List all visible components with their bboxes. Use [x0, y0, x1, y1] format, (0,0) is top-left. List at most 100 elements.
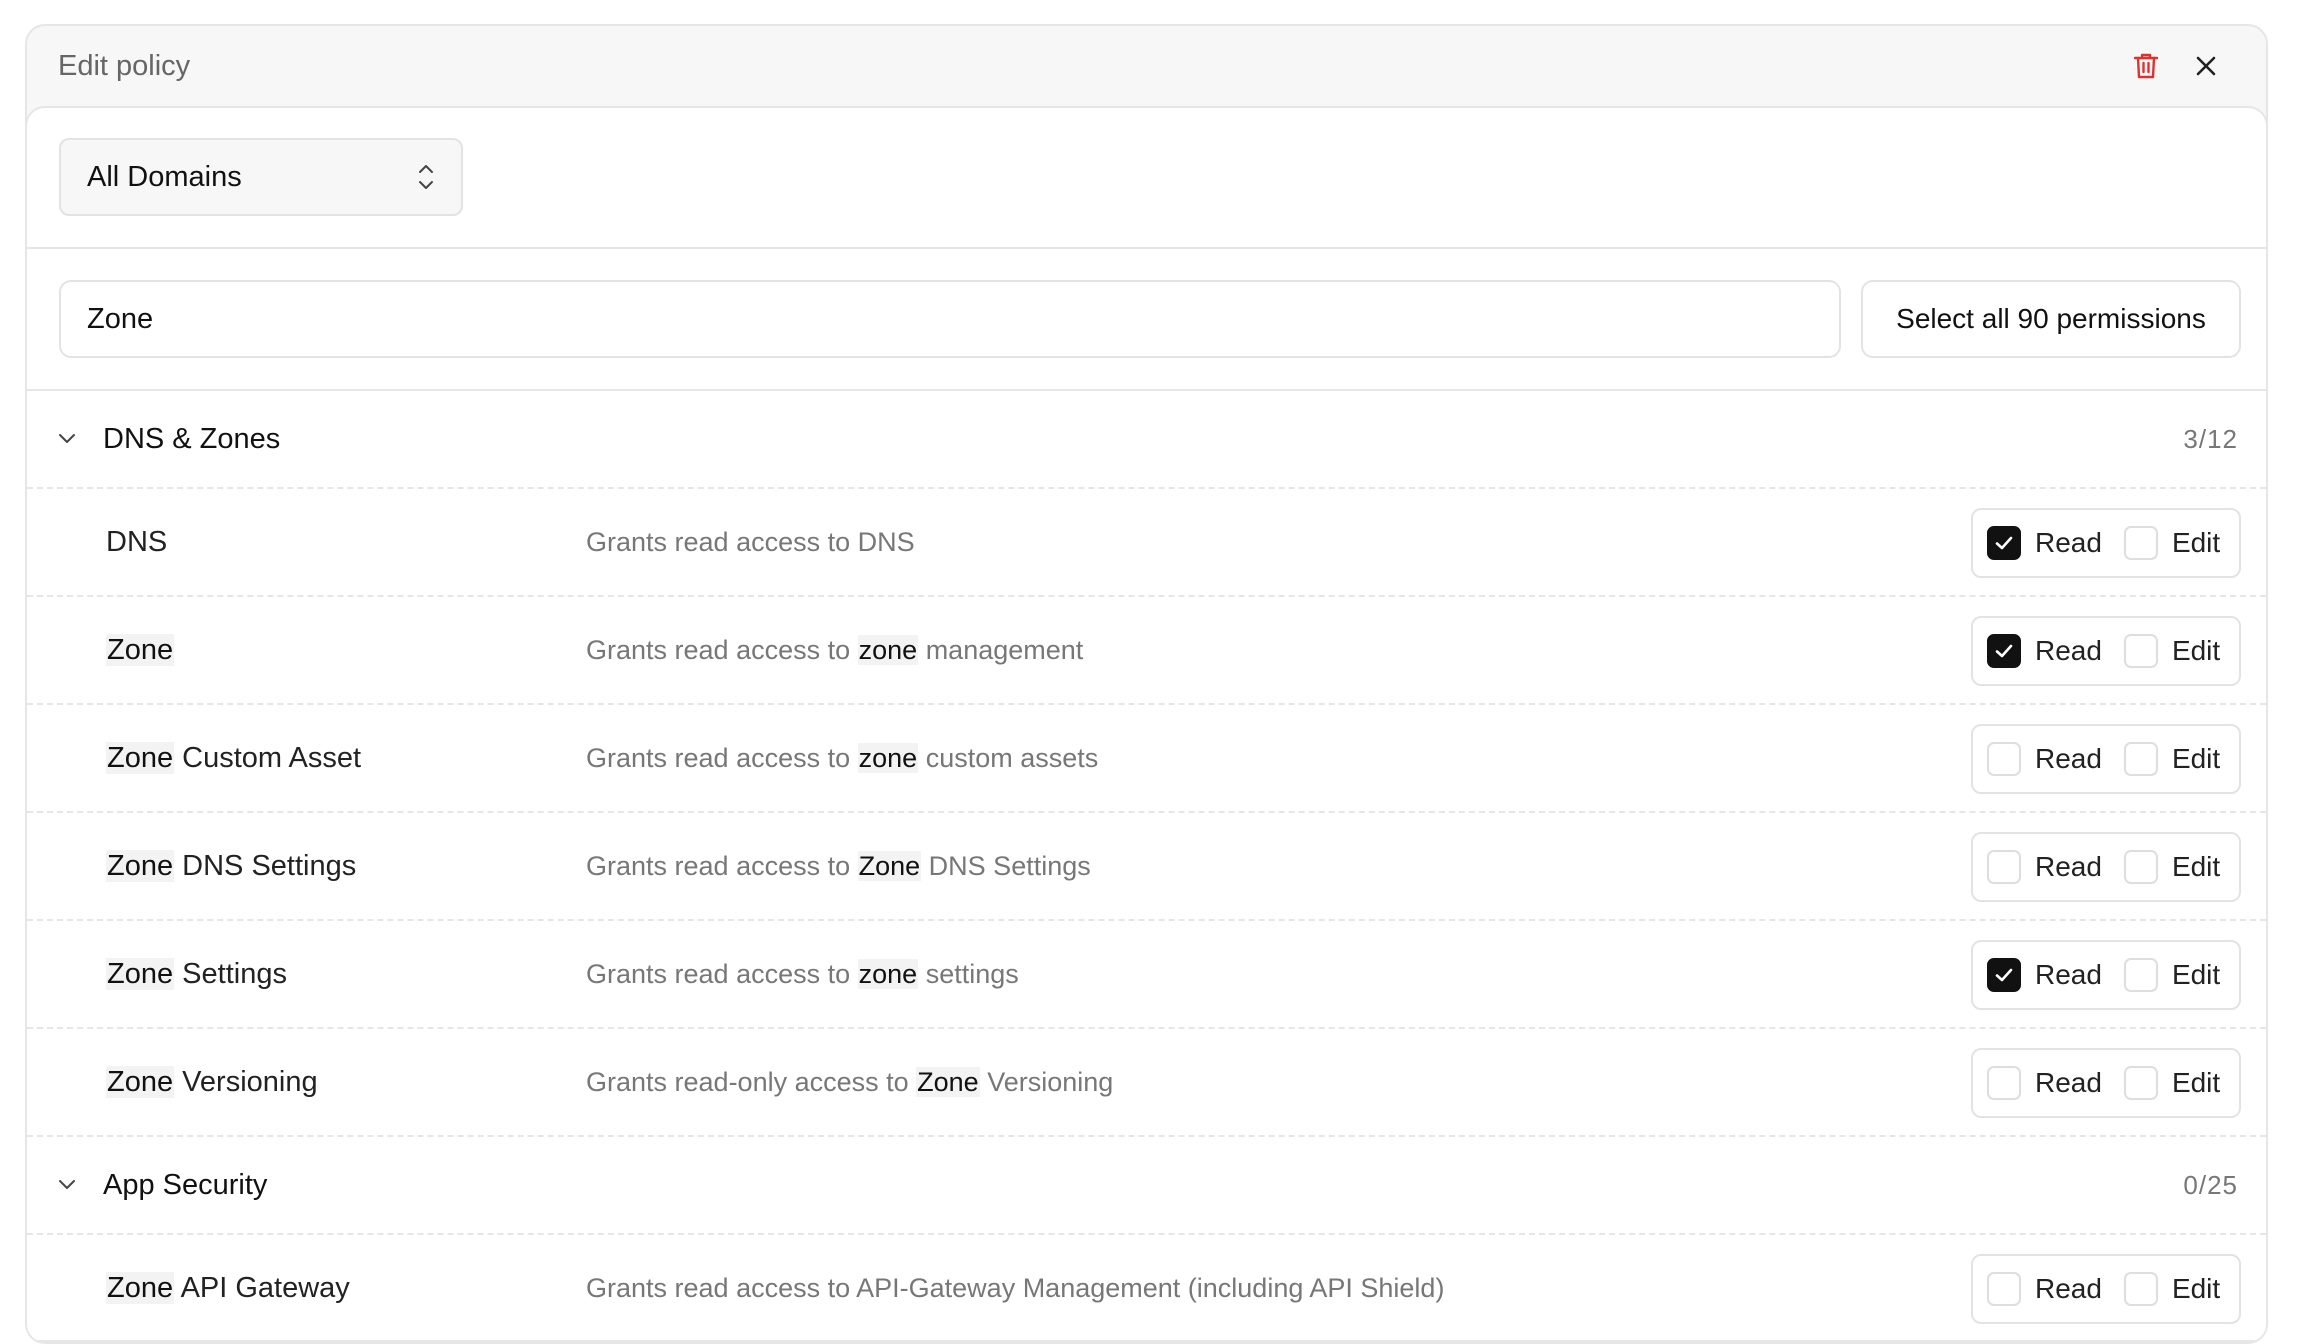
edit-checkbox[interactable] [2123, 850, 2158, 884]
group-count: 3/12 [2183, 423, 2238, 454]
read-label: Read [2035, 635, 2102, 666]
read-option[interactable]: Read [1987, 1272, 2102, 1306]
name-highlight: Zone [106, 741, 175, 774]
permission-name: Zone API Gateway [106, 1271, 586, 1305]
panel-title: Edit policy [58, 49, 191, 82]
domain-row: All Domains [27, 108, 2266, 249]
name-rest: DNS [106, 525, 168, 558]
name-rest: API Gateway [174, 1271, 350, 1304]
permission-row: Zone Custom Asset Grants read access to z… [27, 705, 2266, 813]
group-title: App Security [103, 1168, 268, 1201]
name-rest: Settings [174, 957, 287, 990]
chevron-down-icon [59, 1180, 75, 1189]
access-toggle-group: Read Edit [1971, 508, 2241, 578]
edit-policy-panel: Edit policy All Domains Select all 90 pe… [25, 24, 2268, 1344]
desc-highlight: zone [857, 634, 919, 665]
desc-post: Versioning [979, 1066, 1114, 1097]
domain-select[interactable]: All Domains [59, 138, 463, 216]
desc-post: custom assets [918, 742, 1099, 773]
edit-label: Edit [2171, 635, 2221, 666]
edit-option[interactable]: Edit [2123, 742, 2221, 776]
desc-pre: Grants read access to DNS [586, 526, 915, 557]
group-count: 0/25 [2183, 1169, 2238, 1200]
check-icon [1995, 644, 2013, 658]
close-icon [2196, 56, 2216, 76]
desc-pre: Grants read access to [586, 742, 858, 773]
desc-pre: Grants read access to [586, 850, 858, 881]
edit-label: Edit [2171, 1273, 2221, 1304]
desc-pre: Grants read-only access to [586, 1066, 917, 1097]
edit-checkbox[interactable] [2123, 526, 2158, 560]
access-toggle-group: Read Edit [1971, 616, 2241, 686]
edit-label: Edit [2171, 527, 2221, 558]
edit-option[interactable]: Edit [2123, 1272, 2221, 1306]
check-icon [1995, 536, 2013, 550]
permission-name: Zone [106, 633, 586, 667]
desc-post: settings [918, 958, 1019, 989]
check-icon [1995, 968, 2013, 982]
edit-option[interactable]: Edit [2123, 526, 2221, 560]
read-label: Read [2035, 959, 2102, 990]
read-label: Read [2035, 527, 2102, 558]
edit-label: Edit [2171, 959, 2221, 990]
edit-option[interactable]: Edit [2123, 1066, 2221, 1100]
read-option[interactable]: Read [1987, 526, 2102, 560]
permission-name: Zone DNS Settings [106, 849, 586, 883]
permission-row: Zone API Gateway Grants read access to AP… [27, 1235, 2266, 1342]
permission-name: DNS [106, 526, 586, 559]
edit-label: Edit [2171, 743, 2221, 774]
read-checkbox[interactable] [1987, 1066, 2021, 1100]
trash-icon [2133, 53, 2159, 79]
edit-option[interactable]: Edit [2123, 634, 2221, 668]
edit-option[interactable]: Edit [2123, 958, 2221, 992]
read-label: Read [2035, 1067, 2102, 1098]
edit-label: Edit [2171, 851, 2221, 882]
desc-highlight: Zone [916, 1066, 980, 1097]
permission-name: Zone Custom Asset [106, 741, 586, 775]
read-label: Read [2035, 851, 2102, 882]
desc-highlight: zone [857, 958, 919, 989]
chevron-up-down-icon [419, 165, 433, 189]
access-toggle-group: Read Edit [1971, 1048, 2241, 1118]
read-checkbox[interactable] [1987, 634, 2021, 668]
read-option[interactable]: Read [1987, 1066, 2102, 1100]
delete-button[interactable] [2116, 36, 2176, 96]
edit-checkbox[interactable] [2123, 1272, 2158, 1306]
read-checkbox[interactable] [1987, 1272, 2021, 1306]
permission-name: Zone Versioning [106, 1065, 586, 1099]
read-checkbox[interactable] [1987, 958, 2021, 992]
name-highlight: Zone [106, 1065, 175, 1098]
read-label: Read [2035, 1273, 2102, 1304]
name-rest: DNS Settings [174, 849, 357, 882]
permission-name: Zone Settings [106, 957, 586, 991]
read-checkbox[interactable] [1987, 742, 2021, 776]
permission-row: Zone DNS Settings Grants read access to Z… [27, 813, 2266, 921]
read-option[interactable]: Read [1987, 742, 2102, 776]
name-rest: Versioning [174, 1065, 318, 1098]
desc-highlight: Zone [857, 850, 922, 881]
read-checkbox[interactable] [1987, 850, 2021, 884]
edit-checkbox[interactable] [2123, 1066, 2158, 1100]
edit-label: Edit [2171, 1067, 2221, 1098]
access-toggle-group: Read Edit [1971, 940, 2241, 1010]
edit-checkbox[interactable] [2123, 742, 2158, 776]
read-option[interactable]: Read [1987, 850, 2102, 884]
edit-option[interactable]: Edit [2123, 850, 2221, 884]
edit-checkbox[interactable] [2123, 634, 2158, 668]
desc-pre: Grants read access to [586, 634, 858, 665]
access-toggle-group: Read Edit [1971, 724, 2241, 794]
name-rest: Custom Asset [174, 741, 362, 774]
read-checkbox[interactable] [1987, 526, 2021, 560]
read-option[interactable]: Read [1987, 634, 2102, 668]
read-option[interactable]: Read [1987, 958, 2102, 992]
select-all-permissions-button[interactable]: Select all 90 permissions [1861, 280, 2241, 358]
desc-pre: Grants read access to [586, 958, 858, 989]
group-header[interactable]: App Security 0/25 [27, 1137, 2266, 1235]
permission-groups: DNS & Zones 3/12 DNS Grants read access to … [27, 391, 2266, 1342]
close-button[interactable] [2176, 36, 2236, 96]
group-header[interactable]: DNS & Zones 3/12 [27, 391, 2266, 489]
permission-row: Zone Settings Grants read access to zone … [27, 921, 2266, 1029]
permission-search-input[interactable] [59, 280, 1841, 358]
domain-select-value: All Domains [87, 160, 242, 193]
edit-checkbox[interactable] [2123, 958, 2158, 992]
